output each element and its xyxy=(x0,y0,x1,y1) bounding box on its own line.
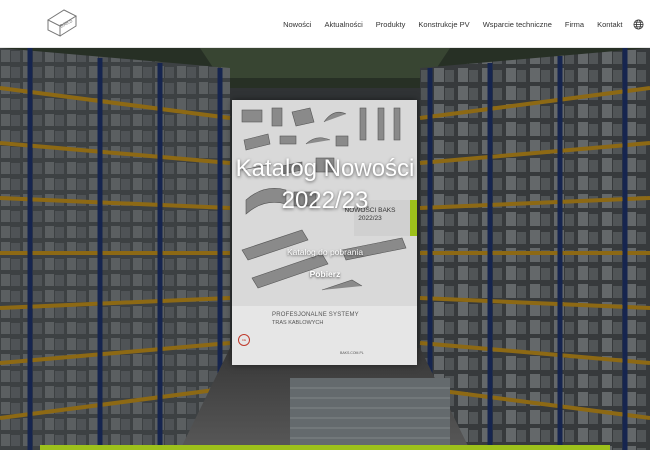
baks-logo[interactable]: BAKS xyxy=(44,6,80,42)
nav-item-aktualnosci[interactable]: Aktualności xyxy=(324,20,362,29)
nav-item-firma[interactable]: Firma xyxy=(565,20,584,29)
catalog-website: BAKS.COM.PL xyxy=(340,351,364,355)
hero-title-line-1: Katalog Nowości xyxy=(235,155,415,182)
download-button[interactable]: Pobierz xyxy=(300,269,350,279)
nav-item-nowosci[interactable]: Nowości xyxy=(283,20,311,29)
catalog-cover-image: NOWOŚCI BAKS 2022/23 CE PROFESJONALNE SY… xyxy=(232,100,417,365)
hero-banner: NOWOŚCI BAKS 2022/23 CE PROFESJONALNE SY… xyxy=(0,48,650,450)
hero-title: Katalog Nowości 2022/23 xyxy=(0,153,650,217)
nav-item-konstrukcje-pv[interactable]: Konstrukcje PV xyxy=(418,20,469,29)
nav-item-produkty[interactable]: Produkty xyxy=(376,20,406,29)
ce-mark-icon: CE xyxy=(238,334,250,346)
nav-item-kontakt[interactable]: Kontakt xyxy=(597,20,622,29)
catalog-tagline-1: PROFESJONALNE SYSTEMY xyxy=(272,312,359,318)
hero-subtitle: Katalog do pobrania xyxy=(286,247,364,257)
catalog-cover-footer: CE PROFESJONALNE SYSTEMY TRAS KABLOWYCH … xyxy=(232,306,417,365)
site-header: BAKS Nowości Aktualności Produkty Konstr… xyxy=(0,0,650,48)
hero-title-line-2: 2022/23 xyxy=(281,187,369,214)
main-nav: Nowości Aktualności Produkty Konstrukcje… xyxy=(277,0,648,48)
catalog-tagline-2: TRAS KABLOWYCH xyxy=(272,320,324,326)
nav-item-wsparcie-techniczne[interactable]: Wsparcie techniczne xyxy=(483,20,552,29)
green-accent-bar xyxy=(40,445,610,450)
globe-icon[interactable] xyxy=(633,19,644,30)
